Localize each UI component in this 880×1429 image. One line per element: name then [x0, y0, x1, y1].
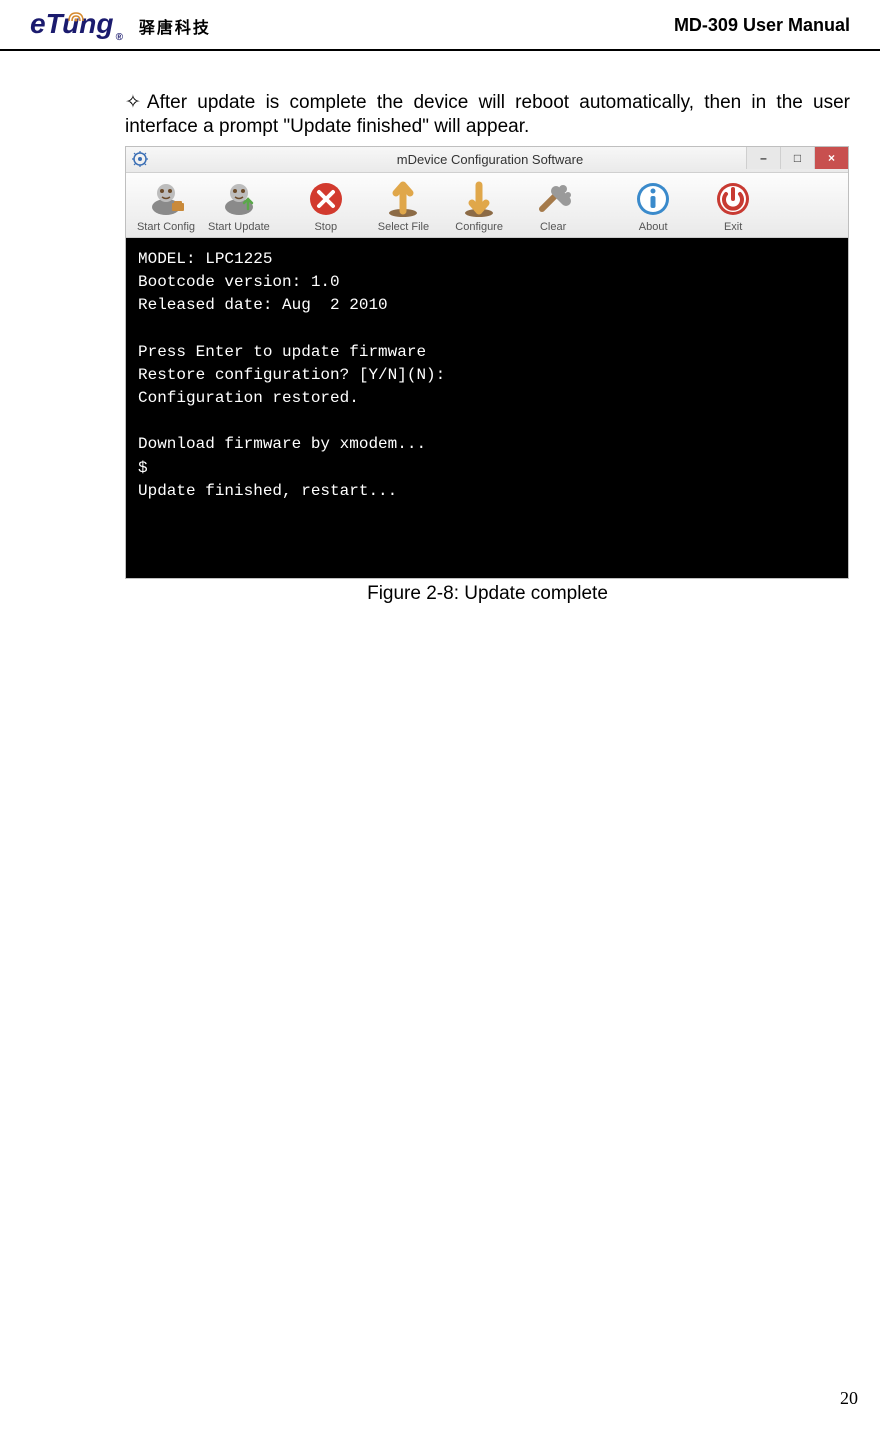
tool-label: Start Update [208, 221, 270, 233]
logo-text: eTung® [30, 8, 123, 43]
start-config-button[interactable]: Start Config [130, 177, 202, 235]
manual-title: MD-309 User Manual [674, 15, 850, 36]
tool-label: Configure [455, 221, 503, 233]
maximize-button[interactable]: □ [780, 147, 814, 169]
tool-label: Clear [540, 221, 566, 233]
start-update-button[interactable]: Start Update [202, 177, 276, 235]
console-output: MODEL: LPC1225 Bootcode version: 1.0 Rel… [126, 238, 848, 578]
clear-icon [532, 179, 574, 219]
logo-chinese: 驿唐科技 [139, 14, 211, 38]
titlebar: mDevice Configuration Software – □ × [126, 147, 848, 173]
exit-button[interactable]: Exit [703, 177, 763, 235]
clear-button[interactable]: Clear [523, 177, 583, 235]
stop-button[interactable]: Stop [296, 177, 356, 235]
window-controls: – □ × [746, 147, 848, 172]
tool-label: About [639, 221, 668, 233]
tool-label: Exit [724, 221, 742, 233]
stop-icon [305, 179, 347, 219]
about-button[interactable]: About [623, 177, 683, 235]
window-title: mDevice Configuration Software [397, 152, 583, 167]
logo-block: eTung® 驿唐科技 [30, 8, 211, 43]
page-number: 20 [840, 1388, 858, 1409]
instruction-paragraph: ✧After update is complete the device wil… [125, 91, 850, 140]
select-file-icon [382, 179, 424, 219]
start-update-icon [218, 179, 260, 219]
configure-icon [458, 179, 500, 219]
app-icon [132, 151, 148, 167]
registered-mark: ® [115, 32, 122, 43]
close-button[interactable]: × [814, 147, 848, 169]
titlebar-left [132, 151, 148, 167]
select-file-button[interactable]: Select File [372, 177, 435, 235]
app-window: mDevice Configuration Software – □ × [125, 146, 849, 579]
antenna-icon [67, 0, 85, 12]
figure-caption: Figure 2-8: Update complete [125, 583, 850, 605]
exit-icon [712, 179, 754, 219]
bullet-diamond-icon: ✧ [125, 92, 141, 113]
paragraph-text: After update is complete the device will… [125, 92, 850, 138]
configure-button[interactable]: Configure [449, 177, 509, 235]
tool-label: Select File [378, 221, 429, 233]
tool-label: Start Config [137, 221, 195, 233]
toolbar: Start Config Start Update [126, 173, 848, 238]
tool-label: Stop [314, 221, 337, 233]
page-header: eTung® 驿唐科技 MD-309 User Manual [0, 0, 880, 51]
about-icon [632, 179, 674, 219]
minimize-button[interactable]: – [746, 147, 780, 169]
page-content: ✧After update is complete the device wil… [0, 51, 880, 605]
start-config-icon [145, 179, 187, 219]
